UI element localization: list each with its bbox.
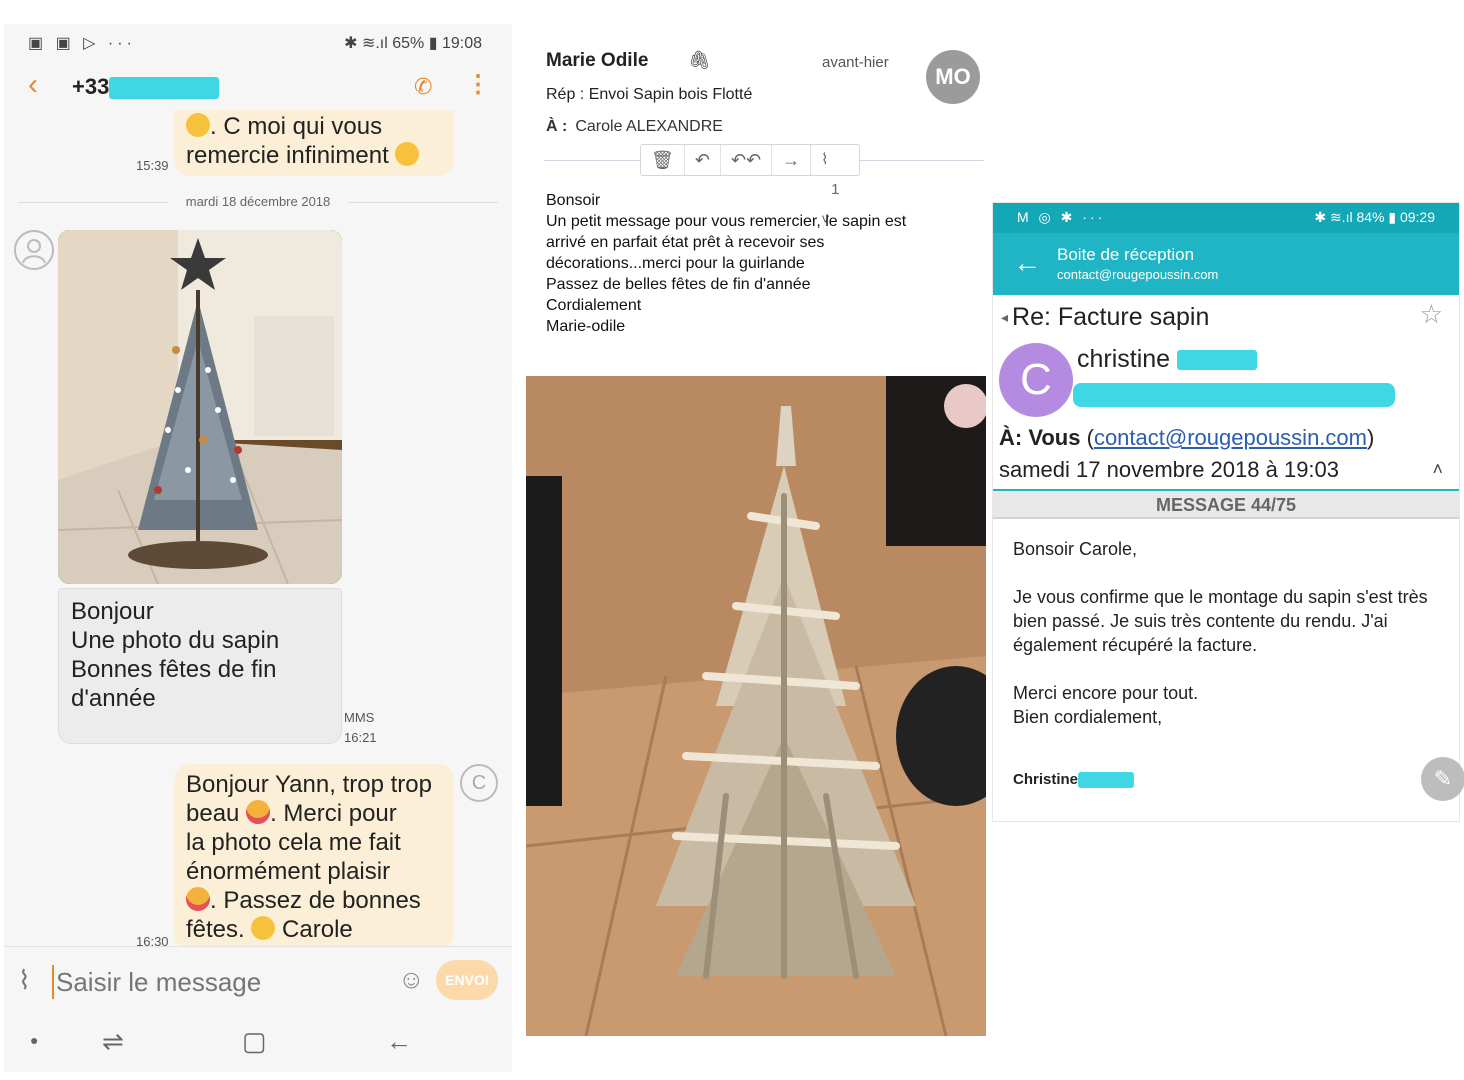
back-icon[interactable]: ← xyxy=(386,1026,412,1057)
collapse-chevron-icon[interactable]: ˄ xyxy=(1432,459,1443,480)
status-indicators: ✱ ≋.ıl 65% ▮ 19:08 xyxy=(344,35,482,52)
kiss-emoji-icon xyxy=(251,916,276,940)
driftwood-tree-image xyxy=(526,376,986,1036)
mailbox-title: Boite de réception xyxy=(1057,245,1195,264)
sms-screenshot: ▣ ▣ ▷ ··· ✱ ≋.ıl 65% ▮ 19:08 ‹ +33 ✆ ⋮ .… xyxy=(4,24,512,1072)
own-avatar-icon: C xyxy=(460,764,498,802)
send-button[interactable]: ENVOI xyxy=(436,960,498,1000)
back-arrow-icon[interactable]: ← xyxy=(1013,247,1041,279)
email-body: Bonsoir Un petit message pour vous remer… xyxy=(546,192,907,335)
message-input[interactable] xyxy=(52,965,382,999)
message-time: 16:21 xyxy=(344,730,377,745)
recipient-line: À : Carole ALEXANDRE xyxy=(546,118,723,135)
account-email: contact@rougepoussin.com xyxy=(1057,267,1219,282)
grinning-emoji-icon xyxy=(186,113,210,137)
trash-icon[interactable]: 🗑 xyxy=(641,145,685,175)
message-counter: MESSAGE 44/75 xyxy=(993,491,1459,519)
sender-avatar: C xyxy=(999,343,1073,417)
forward-icon[interactable]: → xyxy=(772,145,812,175)
email-subject: Rép : Envoi Sapin bois Flotté xyxy=(546,86,753,103)
mms-photo-christmas-tree[interactable] xyxy=(58,230,342,584)
status-bar: ▣ ▣ ▷ ··· ✱ ≋.ıl 65% ▮ 19:08 xyxy=(4,24,512,60)
email-screenshot-marie-odile: Marie Odile 🖇 avant-hier MO Rép : Envoi … xyxy=(522,30,988,1036)
more-menu-icon[interactable]: ⋮ xyxy=(466,70,490,99)
app-header: ← Boite de réception contact@rougepoussi… xyxy=(993,233,1459,295)
message-bubble-outgoing[interactable]: . C moi qui vous remercie infiniment xyxy=(174,110,454,176)
replied-icon: ◂ xyxy=(1001,309,1009,325)
star-icon[interactable]: ☆ xyxy=(1420,299,1443,330)
redacted-surname xyxy=(1177,350,1258,371)
emoji-picker-icon[interactable]: ☺ xyxy=(398,964,425,995)
attachments-dropdown[interactable]: ⌇ 1 ˅ xyxy=(811,145,859,228)
smiling-emoji-icon xyxy=(395,142,420,166)
email-body: Bonsoir Carole, Je vous confirme que le … xyxy=(1013,539,1428,727)
notification-icons: M ◎ ✱ ··· xyxy=(1017,209,1106,225)
notification-icons: ▣ ▣ ▷ ··· xyxy=(28,35,136,52)
message-bubble-incoming[interactable]: Bonjour Une photo du sapin Bonnes fêtes … xyxy=(58,588,342,744)
contact-name: +33 xyxy=(72,74,220,100)
email-subject: ◂ Re: Facture sapin xyxy=(1001,303,1210,331)
driftwood-tree-photo xyxy=(526,376,986,1036)
contact-avatar-icon[interactable] xyxy=(14,230,54,270)
phone-call-icon[interactable]: ✆ xyxy=(414,74,432,100)
recent-apps-icon[interactable]: ⇌ xyxy=(102,1026,124,1057)
home-icon[interactable]: ▢ xyxy=(242,1026,267,1057)
date-separator: mardi 18 décembre 2018 xyxy=(4,194,512,209)
sender-name: christine xyxy=(1077,345,1258,374)
status-bar: M ◎ ✱ ··· ✱ ≋.ıl 84% ▮ 09:29 xyxy=(993,203,1459,233)
tree-photo-image xyxy=(58,230,342,584)
back-arrow-icon[interactable]: ‹ xyxy=(28,70,38,100)
message-type: MMS xyxy=(344,710,375,725)
heart-eyes-emoji-icon xyxy=(246,800,271,824)
redacted-sender-email xyxy=(1073,383,1395,407)
recipient-line: À: Vous (contact@rougepoussin.com) xyxy=(999,425,1375,450)
collage: ▣ ▣ ▷ ··· ✱ ≋.ıl 65% ▮ 19:08 ‹ +33 ✆ ⋮ .… xyxy=(0,0,1464,1080)
recipient-email-link[interactable]: contact@rougepoussin.com xyxy=(1094,425,1367,450)
reply-icon[interactable]: ↶ xyxy=(685,145,721,175)
attachment-icon: 🖇 xyxy=(688,50,711,70)
reply-all-icon[interactable]: ↶↶ xyxy=(721,145,773,175)
message-time: 15:39 xyxy=(136,158,169,173)
redacted-surname xyxy=(1078,772,1135,789)
compose-bar: ⌇ ☺ ENVOI xyxy=(4,946,512,1016)
email-toolbar: 🗑 ↶ ↶↶ → ⌇ 1 ˅ xyxy=(640,144,861,228)
status-indicators: ✱ ≋.ıl 84% ▮ 09:29 xyxy=(1314,209,1435,225)
heart-eyes-emoji-icon xyxy=(186,887,210,911)
paperclip-icon[interactable]: ⌇ xyxy=(18,965,31,996)
received-date: avant-hier xyxy=(822,54,889,71)
received-date: samedi 17 novembre 2018 à 19:03 xyxy=(999,457,1340,482)
redacted-number xyxy=(109,77,220,100)
message-bubble-outgoing[interactable]: Bonjour Yann, trop trop beau . Merci pou… xyxy=(174,764,454,950)
dot-icon[interactable]: ● xyxy=(30,1032,38,1048)
conversation-header: ‹ +33 ✆ ⋮ xyxy=(4,60,512,116)
email-screenshot-christine: M ◎ ✱ ··· ✱ ≋.ıl 84% ▮ 09:29 ← Boite de … xyxy=(992,202,1464,822)
sender-name: Marie Odile xyxy=(546,50,649,71)
signature: Christine xyxy=(1013,771,1135,789)
edit-pencil-icon[interactable]: ✎ xyxy=(1421,757,1464,801)
sender-avatar: MO xyxy=(926,50,980,104)
person-icon xyxy=(22,239,46,264)
android-nav-bar: ● ⇌ ▢ ← xyxy=(4,1016,512,1072)
